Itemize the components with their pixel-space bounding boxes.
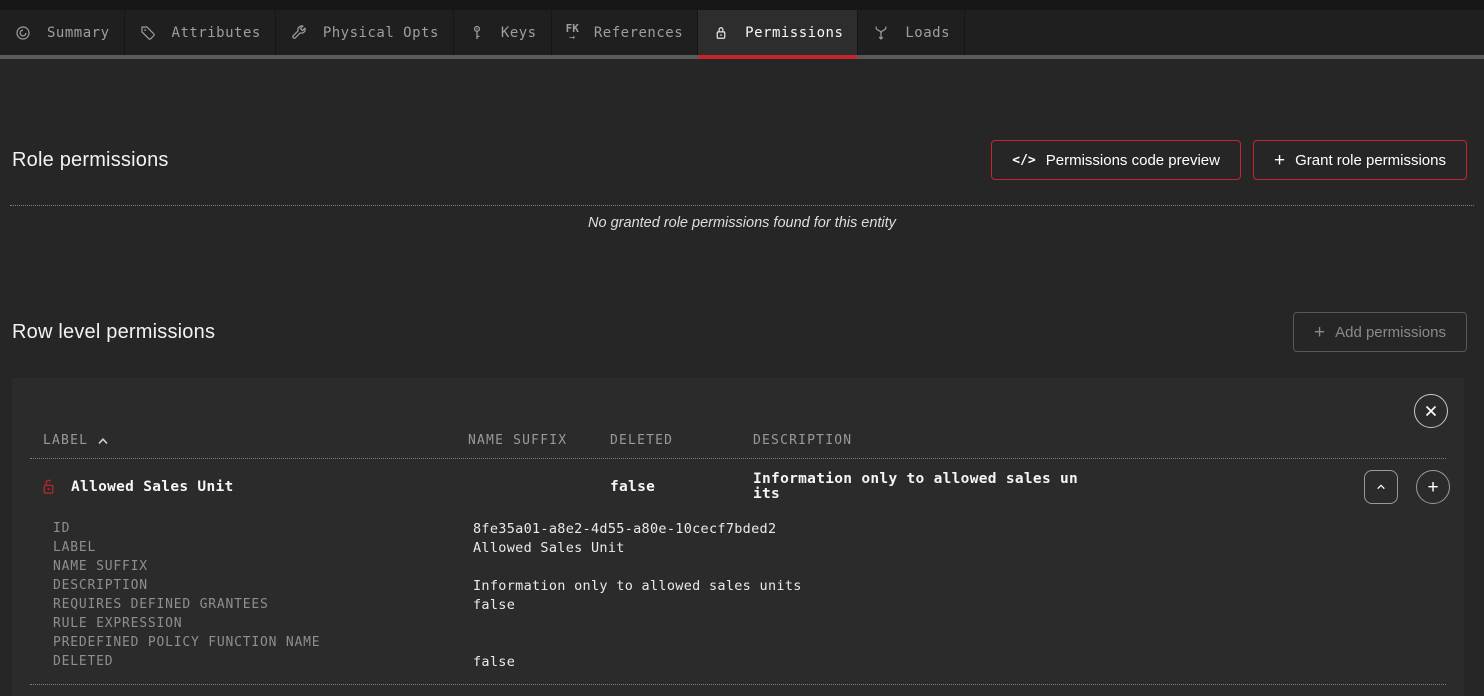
tab-summary[interactable]: Summary [0,10,125,55]
collapse-row-button[interactable] [1364,470,1398,504]
row-deleted: false [610,479,753,495]
row-actions: + [1320,470,1450,504]
row-description: Information only to allowed sales units [753,472,1085,502]
row-bottom-divider [30,684,1446,685]
close-icon [1424,404,1438,418]
role-permissions-header: Role permissions </> Permissions code pr… [0,140,1484,180]
permissions-table-header: LABEL NAME SUFFIX DELETED DESCRIPTION [12,433,1464,448]
tab-label: Loads [905,25,950,41]
add-permissions-button[interactable]: + Add permissions [1293,312,1467,352]
detail-row-name-suffix: NAME SUFFIX [12,557,1464,576]
plus-icon: + [1427,478,1438,497]
plus-icon: + [1274,151,1285,170]
tab-label: Keys [501,25,537,41]
row-level-permissions-header: Row level permissions + Add permissions [0,312,1484,352]
detail-row-deleted: DELETED false [12,652,1464,671]
row-detail-list: ID 8fe35a01-a8e2-4d55-a80e-10cecf7bded2 … [12,519,1464,671]
entity-tab-bar: Summary Attributes Physical Opts Keys FK [0,10,1484,55]
detail-row-predefined-policy-function-name: PREDEFINED POLICY FUNCTION NAME [12,633,1464,652]
lock-icon [712,24,730,42]
column-header-label[interactable]: LABEL [43,433,468,448]
tab-label: Attributes [172,25,261,41]
plus-icon: + [1314,323,1325,342]
close-panel-button[interactable] [1414,394,1448,428]
tab-label: Permissions [745,25,843,41]
row-level-permissions-panel: LABEL NAME SUFFIX DELETED DESCRIPTION [12,378,1464,696]
detail-row-label: LABEL Allowed Sales Unit [12,538,1464,557]
grant-role-permissions-button[interactable]: + Grant role permissions [1253,140,1467,180]
detail-row-requires-defined-grantees: REQUIRES DEFINED GRANTEES false [12,595,1464,614]
column-header-deleted[interactable]: DELETED [610,433,753,448]
sort-ascending-icon [97,437,109,445]
row-label: Allowed Sales Unit [71,479,234,495]
tab-physical-opts[interactable]: Physical Opts [276,10,454,55]
detail-row-id: ID 8fe35a01-a8e2-4d55-a80e-10cecf7bded2 [12,519,1464,538]
add-row-detail-button[interactable]: + [1416,470,1450,504]
column-header-description[interactable]: DESCRIPTION [753,433,1320,448]
permissions-code-preview-button[interactable]: </> Permissions code preview [991,140,1241,180]
tab-loads[interactable]: Loads [858,10,965,55]
tab-permissions[interactable]: Permissions [698,10,858,55]
chevron-up-icon [1373,479,1389,495]
row-level-permissions-actions: + Add permissions [1293,312,1467,352]
role-permissions-actions: </> Permissions code preview + Grant rol… [991,140,1467,180]
tab-keys[interactable]: Keys [454,10,552,55]
tab-label: Physical Opts [323,25,439,41]
wrench-icon [290,24,308,42]
permissions-page: Role permissions </> Permissions code pr… [0,140,1484,696]
tab-label: References [594,25,683,41]
table-row[interactable]: Allowed Sales Unit false Information onl… [12,459,1464,507]
tag-icon [139,24,157,42]
open-lock-icon [40,477,57,498]
code-icon: </> [1012,153,1035,168]
key-icon [468,24,486,42]
merge-icon [872,24,890,42]
section-divider [10,205,1474,206]
row-level-permissions-title: Row level permissions [12,321,215,344]
detail-row-description: DESCRIPTION Information only to allowed … [12,576,1464,595]
row-label-cell: Allowed Sales Unit [40,477,468,498]
tab-references[interactable]: FK → References [552,10,699,55]
column-header-name-suffix[interactable]: NAME SUFFIX [468,433,610,448]
window-top-strip [0,0,1484,10]
tab-attributes[interactable]: Attributes [125,10,276,55]
target-icon [14,24,32,42]
foreign-key-icon: FK → [566,23,579,43]
empty-role-permissions-message: No granted role permissions found for th… [0,215,1484,231]
detail-row-rule-expression: RULE EXPRESSION [12,614,1464,633]
role-permissions-title: Role permissions [12,149,169,172]
tab-label: Summary [47,25,110,41]
